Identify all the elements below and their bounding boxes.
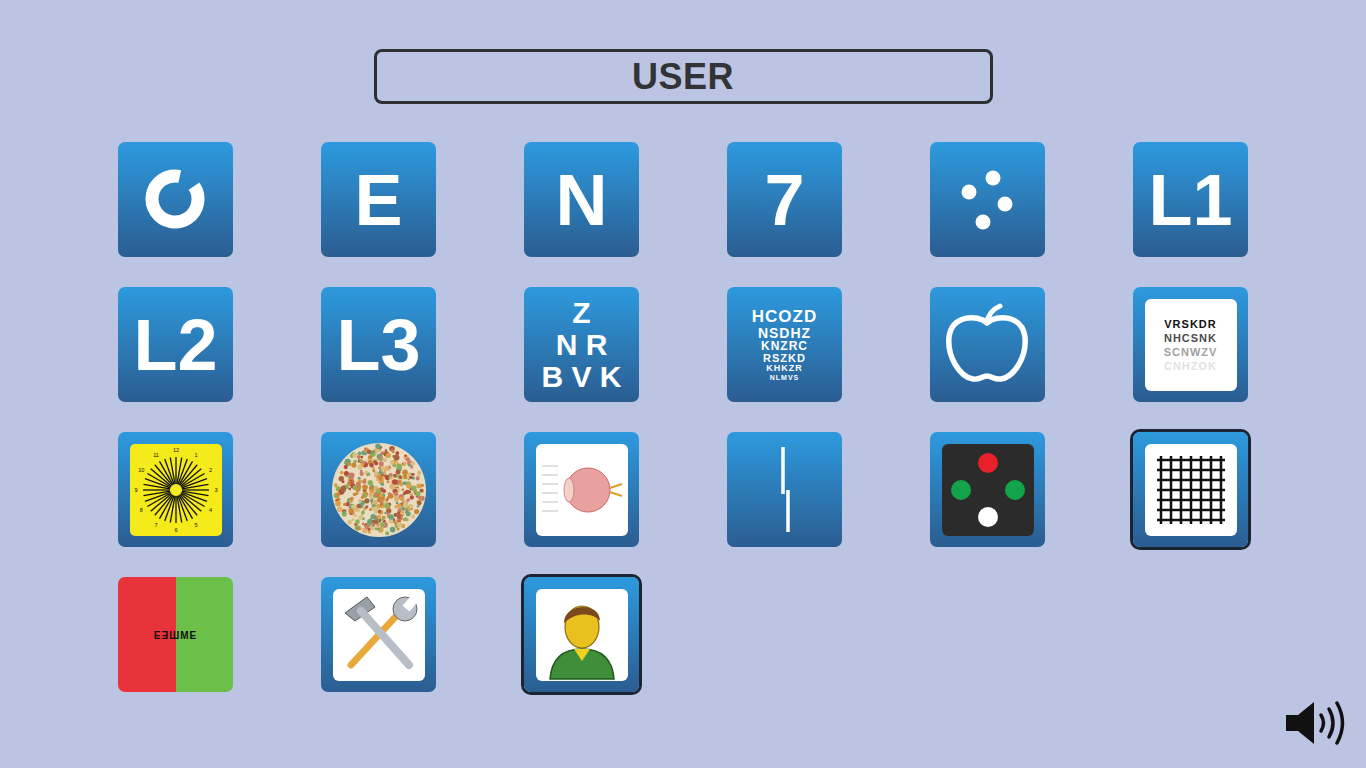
contrast-line: NHCSNK: [1164, 332, 1218, 344]
landolt-c-icon: [118, 142, 233, 257]
test-grid: E N 7 L1 L2 L3 ZN RB V K HCOZDNSDHZKNZRCRSZKDKH…: [118, 142, 1248, 692]
test-tile[interactable]: HCOZDNSDHZKNZRCRSZKDKHKZRNLMVS: [727, 287, 842, 402]
test-tile[interactable]: 7: [727, 142, 842, 257]
user-icon: [536, 589, 628, 681]
test-tile[interactable]: [930, 287, 1045, 402]
test-tile[interactable]: L2: [118, 287, 233, 402]
pyramid-line: B V K: [541, 362, 621, 392]
hour-label: 7: [154, 521, 157, 527]
hour-label: 9: [134, 487, 137, 493]
test-tile[interactable]: EƎШME: [118, 577, 233, 692]
title-box: USER: [374, 49, 993, 104]
chart-line: NLMVS: [770, 374, 800, 381]
test-tile[interactable]: [524, 432, 639, 547]
contrast-line: SCNWZV: [1164, 346, 1218, 358]
worth-dot: [951, 480, 971, 500]
chart-line: KNZRC: [761, 340, 808, 353]
test-tile[interactable]: L3: [321, 287, 436, 402]
optotype-label: E: [354, 164, 402, 236]
test-tile[interactable]: E: [321, 142, 436, 257]
eye-anatomy-picture: [536, 444, 628, 536]
letter-pyramid: ZN RB V K: [541, 298, 621, 392]
letter-chart: HCOZDNSDHZKNZRCRSZKDKHKZRNLMVS: [752, 308, 817, 381]
hour-label: 1: [194, 452, 197, 458]
hour-label: 4: [209, 507, 212, 513]
apple-icon: [930, 287, 1045, 402]
amsler-grid-icon: [1145, 444, 1237, 536]
optotype-label: 7: [764, 164, 804, 236]
hour-label: 12: [172, 447, 178, 453]
chart-line: NSDHZ: [758, 326, 811, 341]
test-tile[interactable]: N: [524, 142, 639, 257]
hour-label: 11: [153, 452, 159, 458]
hour-label: 8: [139, 507, 142, 513]
test-tile[interactable]: [321, 577, 436, 692]
worth-dot: [978, 507, 998, 527]
test-tile[interactable]: [727, 432, 842, 547]
contrast-line: CNHZOK: [1164, 360, 1218, 372]
hour-label: 6: [174, 527, 177, 533]
astigmatism-fan-icon: 121234567891011: [130, 444, 222, 536]
test-tile[interactable]: [930, 142, 1045, 257]
title-text: USER: [632, 56, 734, 98]
worth-dot: [1005, 480, 1025, 500]
test-tile[interactable]: VRSKDR NHCSNK SCNWZV CNHZOK: [1133, 287, 1248, 402]
test-tile[interactable]: [524, 577, 639, 692]
contrast-line: VRSKDR: [1164, 318, 1218, 330]
test-tile[interactable]: L1: [1133, 142, 1248, 257]
sound-button[interactable]: [1284, 698, 1346, 748]
chart-line: KHKZR: [766, 364, 803, 373]
contrast-chart: VRSKDR NHCSNK SCNWZV CNHZOK: [1164, 318, 1218, 372]
optotype-label: N: [556, 164, 608, 236]
hour-label: 5: [194, 521, 197, 527]
chart-line: RSZKD: [763, 353, 806, 365]
duochrome-label: EƎШME: [118, 629, 233, 640]
speaker-icon: [1284, 698, 1346, 748]
test-tile[interactable]: [1133, 432, 1248, 547]
dots-icon: [930, 142, 1045, 257]
optotype-label: L2: [133, 309, 217, 381]
worth-four-dot-icon: [942, 444, 1034, 536]
test-tile[interactable]: [321, 432, 436, 547]
test-tile[interactable]: 121234567891011: [118, 432, 233, 547]
hour-label: 10: [138, 467, 144, 473]
vernier-lines-icon: [727, 432, 842, 547]
ishihara-plate-icon: [331, 442, 427, 538]
optotype-label: L3: [336, 309, 420, 381]
hour-label: 2: [209, 467, 212, 473]
test-tile[interactable]: [930, 432, 1045, 547]
chart-line: HCOZD: [752, 308, 817, 326]
worth-dot: [978, 453, 998, 473]
tools-icon: [333, 589, 425, 681]
pyramid-line: N R: [541, 330, 621, 360]
test-tile[interactable]: [118, 142, 233, 257]
hour-label: 3: [214, 487, 217, 493]
test-tile[interactable]: ZN RB V K: [524, 287, 639, 402]
pyramid-line: Z: [541, 298, 621, 328]
optotype-label: L1: [1148, 164, 1232, 236]
